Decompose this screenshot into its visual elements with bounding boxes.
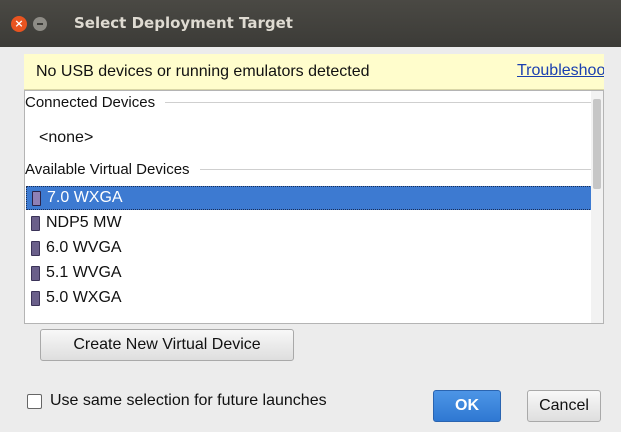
device-label: NDP5 MW — [46, 214, 122, 231]
phone-icon — [31, 240, 40, 256]
device-list[interactable]: Connected Devices <none> Available Virtu… — [24, 90, 604, 324]
same-selection-label: Use same selection for future launches — [50, 392, 327, 409]
device-item-6-0-wvga[interactable]: 6.0 WVGA — [26, 236, 600, 260]
phone-icon — [31, 215, 40, 231]
troubleshoot-link[interactable]: Troubleshoot — [517, 62, 604, 80]
warning-banner: No USB devices or running emulators dete… — [24, 54, 604, 90]
connected-none-text: <none> — [39, 129, 94, 146]
connected-devices-label: Connected Devices — [25, 93, 156, 111]
device-item-5-1-wvga[interactable]: 5.1 WVGA — [26, 261, 600, 285]
divider — [199, 168, 593, 170]
minimize-window-button[interactable] — [33, 17, 47, 31]
title-bar: × Select Deployment Target — [0, 0, 621, 47]
connected-devices-header: Connected Devices — [25, 92, 603, 112]
device-item-5-0-wxga[interactable]: 5.0 WXGA — [26, 286, 600, 310]
device-list-scrollbar[interactable] — [591, 91, 603, 323]
phone-icon — [31, 290, 40, 306]
divider — [165, 101, 593, 103]
banner-message: No USB devices or running emulators dete… — [36, 63, 370, 80]
window-title: Select Deployment Target — [74, 14, 293, 32]
device-item-7-0-wxga[interactable]: 7.0 WXGA — [26, 186, 600, 210]
available-devices-label: Available Virtual Devices — [25, 160, 190, 178]
cancel-button[interactable]: Cancel — [527, 390, 601, 422]
device-label: 6.0 WVGA — [46, 239, 122, 256]
available-devices-header: Available Virtual Devices — [25, 159, 603, 179]
same-selection-option[interactable]: Use same selection for future launches — [27, 392, 327, 410]
close-window-button[interactable]: × — [11, 16, 27, 32]
create-new-virtual-device-button[interactable]: Create New Virtual Device — [40, 329, 294, 361]
device-label: 5.0 WXGA — [46, 289, 122, 306]
scrollbar-thumb[interactable] — [593, 99, 601, 189]
device-label: 5.1 WVGA — [46, 264, 122, 281]
phone-icon — [32, 190, 41, 206]
phone-icon — [31, 265, 40, 281]
device-item-ndp5-mw[interactable]: NDP5 MW — [26, 211, 600, 235]
ok-button[interactable]: OK — [433, 390, 501, 422]
device-label: 7.0 WXGA — [47, 189, 123, 206]
same-selection-checkbox[interactable] — [27, 393, 42, 409]
